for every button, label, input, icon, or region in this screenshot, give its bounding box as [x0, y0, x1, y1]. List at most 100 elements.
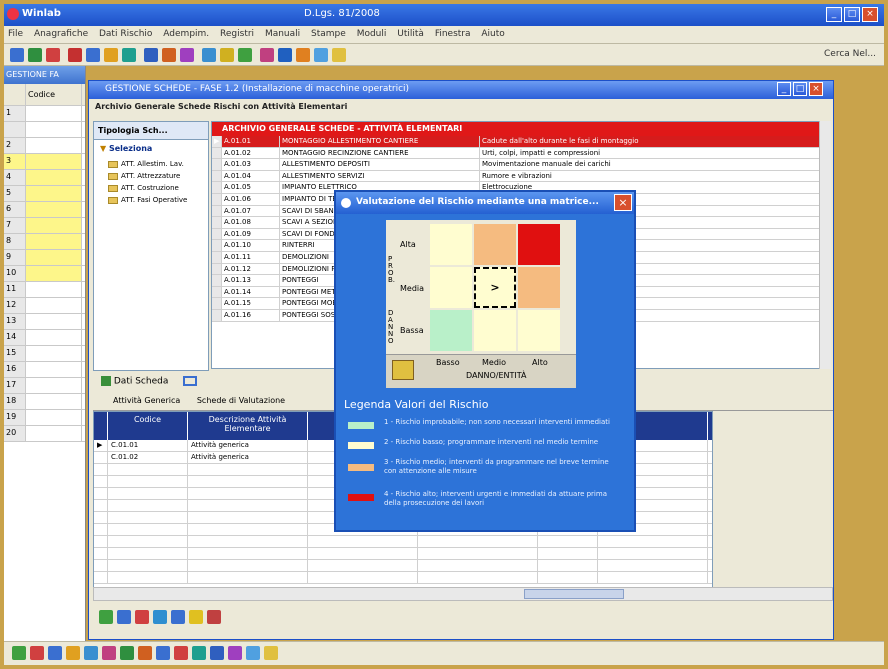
- table-row[interactable]: ▶ A.01.01 MONTAGGIO ALLESTIMENTO CANTIERE C…: [212, 136, 830, 148]
- tool-icon[interactable]: [66, 646, 80, 660]
- horizontal-scrollbar[interactable]: [93, 587, 833, 601]
- list-item[interactable]: 11: [4, 282, 85, 298]
- menu-finestra[interactable]: Finestra: [431, 26, 475, 42]
- graph-icon[interactable]: [120, 646, 134, 660]
- close-icon[interactable]: ×: [862, 7, 878, 22]
- tree-item[interactable]: ATT. Allestim. Lav.: [94, 158, 208, 170]
- exit-icon[interactable]: [296, 48, 310, 62]
- arrow-up-icon[interactable]: [192, 646, 206, 660]
- matrix-cell[interactable]: [518, 267, 560, 308]
- tab-schede-valutazione[interactable]: Schede di Valutazione: [197, 396, 285, 405]
- menu-anagrafiche[interactable]: Anagrafiche: [30, 26, 92, 42]
- menu-utilita[interactable]: Utilità: [393, 26, 428, 42]
- matrix-cell[interactable]: [430, 267, 472, 308]
- matrix-cell-selected[interactable]: >: [474, 267, 516, 308]
- save-icon[interactable]: [46, 48, 60, 62]
- chart-icon[interactable]: [220, 48, 234, 62]
- help-icon[interactable]: [238, 48, 252, 62]
- matrix-cell[interactable]: [430, 224, 472, 265]
- find-icon[interactable]: [162, 48, 176, 62]
- col-descrizione[interactable]: Descrizione Attività Elementare: [188, 412, 308, 440]
- delete-icon[interactable]: [135, 610, 149, 624]
- menu-file[interactable]: File: [4, 26, 27, 42]
- menu-dati-rischio[interactable]: Dati Rischio: [95, 26, 156, 42]
- list-item[interactable]: 12: [4, 298, 85, 314]
- settings-icon[interactable]: [246, 646, 260, 660]
- docs-icon[interactable]: [48, 646, 62, 660]
- print-icon[interactable]: [68, 48, 82, 62]
- list-item[interactable]: 14: [4, 330, 85, 346]
- home-icon[interactable]: [12, 646, 26, 660]
- close-record-icon[interactable]: [207, 610, 221, 624]
- list-item[interactable]: 10: [4, 266, 85, 282]
- matrix-cell[interactable]: [518, 224, 560, 265]
- calc-icon[interactable]: [202, 48, 216, 62]
- minimize-icon[interactable]: _: [826, 7, 842, 22]
- menu-adempim[interactable]: Adempim.: [159, 26, 213, 42]
- table-row[interactable]: A.01.02 MONTAGGIO RECINZIONE CANTIERE Urti…: [212, 147, 830, 160]
- manual-icon[interactable]: [264, 646, 278, 660]
- list-item[interactable]: 8: [4, 234, 85, 250]
- save-record-icon[interactable]: [171, 610, 185, 624]
- col-codice[interactable]: Codice: [108, 412, 188, 440]
- list-item[interactable]: 18: [4, 394, 85, 410]
- paste-icon[interactable]: [122, 48, 136, 62]
- list-item[interactable]: 2: [4, 138, 85, 154]
- preview-icon[interactable]: [86, 48, 100, 62]
- table-icon[interactable]: [228, 646, 242, 660]
- menu-registri[interactable]: Registri: [216, 26, 258, 42]
- list-item[interactable]: 3: [4, 154, 85, 170]
- matrix-action-icon[interactable]: [392, 360, 414, 380]
- list-item[interactable]: 7: [4, 218, 85, 234]
- tab-attivita-generica[interactable]: Attività Generica: [113, 396, 180, 405]
- list-item[interactable]: 9: [4, 250, 85, 266]
- tree-item[interactable]: ATT. Fasi Operative: [94, 194, 208, 206]
- edit-icon[interactable]: [153, 610, 167, 624]
- copy-icon[interactable]: [104, 48, 118, 62]
- cut-icon[interactable]: [144, 48, 158, 62]
- mdi-minimize-icon[interactable]: _: [777, 82, 791, 96]
- tools-icon[interactable]: [180, 48, 194, 62]
- info-icon[interactable]: [314, 48, 328, 62]
- table-row[interactable]: A.01.04 ALLESTIMENTO SERVIZI Rumore e vibr…: [212, 170, 830, 183]
- menu-stampe[interactable]: Stampe: [307, 26, 350, 42]
- tree-item[interactable]: ATT. Costruzione: [94, 182, 208, 194]
- maximize-icon[interactable]: □: [844, 7, 860, 22]
- arrow-down-icon[interactable]: [210, 646, 224, 660]
- stop-icon[interactable]: [30, 646, 44, 660]
- dialog-close-button[interactable]: ×: [614, 194, 632, 211]
- tab-tipologia[interactable]: Tipologia Sch...: [94, 122, 208, 140]
- menu-manuali[interactable]: Manuali: [261, 26, 304, 42]
- seleziona-dropdown[interactable]: ▼ Seleziona: [94, 140, 208, 158]
- tree-item[interactable]: ATT. Attrezzature: [94, 170, 208, 182]
- alert-icon[interactable]: [102, 646, 116, 660]
- people-icon[interactable]: [84, 646, 98, 660]
- warning-icon[interactable]: [174, 646, 188, 660]
- list-item[interactable]: 5: [4, 186, 85, 202]
- matrix-cell[interactable]: [518, 310, 560, 351]
- list-item[interactable]: 6: [4, 202, 85, 218]
- list-item[interactable]: 15: [4, 346, 85, 362]
- calendar-icon[interactable]: [138, 646, 152, 660]
- dati-scheda-button[interactable]: Dati Scheda: [114, 377, 168, 387]
- archive-scrollbar[interactable]: [819, 121, 831, 369]
- matrix-cell[interactable]: [474, 224, 516, 265]
- table-row[interactable]: A.01.03 ALLESTIMENTO DEPOSITI Movimentazio…: [212, 159, 830, 171]
- add-icon[interactable]: [117, 610, 131, 624]
- list-item[interactable]: 4: [4, 170, 85, 186]
- new-icon[interactable]: [10, 48, 24, 62]
- list-item[interactable]: 19: [4, 410, 85, 426]
- list-item[interactable]: 20: [4, 426, 85, 442]
- menu-aiuto[interactable]: Aiuto: [477, 26, 508, 42]
- mdi-maximize-icon[interactable]: □: [793, 82, 807, 96]
- scroll-thumb[interactable]: [524, 589, 624, 599]
- list-icon[interactable]: [183, 376, 198, 386]
- lightning-icon[interactable]: [332, 48, 346, 62]
- archive-icon[interactable]: [156, 646, 170, 660]
- open-icon[interactable]: [28, 48, 42, 62]
- first-icon[interactable]: [99, 610, 113, 624]
- user-icon[interactable]: [260, 48, 274, 62]
- print-record-icon[interactable]: [189, 610, 203, 624]
- matrix-cell[interactable]: [430, 310, 472, 351]
- list-item[interactable]: 17: [4, 378, 85, 394]
